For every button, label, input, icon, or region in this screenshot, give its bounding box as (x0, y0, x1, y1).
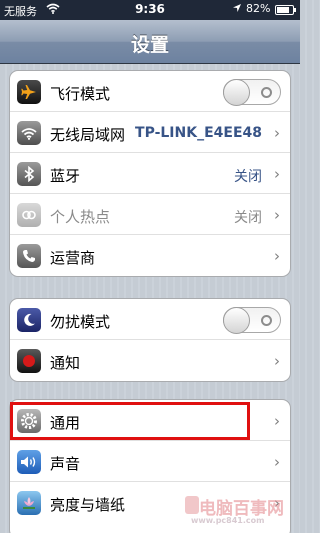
settings-row-personal-hotspot[interactable]: 个人热点 关闭 › (10, 194, 290, 235)
phone-icon (17, 244, 41, 268)
watermark: 电脑百事网 www.pc841.com (185, 492, 295, 530)
row-label: 运营商 (50, 249, 96, 267)
hotspot-status: 关闭 (234, 210, 262, 226)
settings-row-carrier[interactable]: 运营商 › (10, 235, 290, 276)
row-label: 勿扰模式 (50, 313, 111, 331)
row-label: 蓝牙 (50, 167, 81, 185)
chevron-right-icon: › (274, 165, 280, 183)
toggle-knob (223, 79, 250, 106)
toggle-off-indicator (261, 315, 272, 326)
settings-row-do-not-disturb[interactable]: 勿扰模式 (10, 299, 290, 340)
settings-row-airplane-mode[interactable]: 飞行模式 (10, 71, 290, 112)
speaker-icon (17, 450, 41, 474)
wifi-network-name: TP-LINK_E4EE48 (135, 125, 262, 141)
wifi-icon (17, 121, 41, 145)
moon-icon (17, 308, 41, 332)
settings-group-connectivity: 飞行模式 无线局域网 TP-LINK_E4EE48 › 蓝牙 关闭 › 个人热点… (9, 70, 291, 277)
watermark-logo-icon (185, 496, 199, 514)
airplane-mode-toggle[interactable] (223, 79, 281, 106)
row-label: 亮度与墙纸 (50, 496, 126, 514)
page-title: 设置 (130, 34, 169, 56)
battery-icon (275, 5, 296, 15)
settings-group-notifications: 勿扰模式 通知 › (9, 298, 291, 382)
toggle-knob (223, 307, 250, 334)
row-label: 声音 (50, 455, 81, 473)
hotspot-icon (17, 203, 41, 227)
navigation-bar: 设置 (0, 20, 300, 64)
chevron-right-icon: › (274, 453, 280, 471)
wallpaper-icon (17, 491, 41, 515)
settings-row-notifications[interactable]: 通知 › (10, 340, 290, 381)
chevron-right-icon: › (274, 247, 280, 265)
row-label: 个人热点 (50, 208, 111, 226)
battery-percent: 82% (246, 2, 271, 15)
settings-row-bluetooth[interactable]: 蓝牙 关闭 › (10, 153, 290, 194)
notification-icon (17, 349, 41, 373)
status-bar: 无服务 9:36 82% (0, 0, 300, 20)
chevron-right-icon: › (274, 352, 280, 370)
bluetooth-icon (17, 162, 41, 186)
location-arrow-icon (232, 3, 242, 16)
toggle-off-indicator (261, 87, 272, 98)
row-label: 通知 (50, 354, 81, 372)
settings-row-wifi[interactable]: 无线局域网 TP-LINK_E4EE48 › (10, 112, 290, 153)
chevron-right-icon: › (274, 124, 280, 142)
do-not-disturb-toggle[interactable] (223, 307, 281, 334)
bluetooth-status: 关闭 (234, 169, 262, 185)
watermark-url: www.pc841.com (191, 516, 265, 525)
row-label: 飞行模式 (50, 85, 111, 103)
settings-row-sounds[interactable]: 声音 › (10, 441, 290, 482)
chevron-right-icon: › (274, 412, 280, 430)
highlight-box (10, 402, 250, 440)
row-label: 无线局域网 (50, 126, 126, 144)
chevron-right-icon: › (274, 206, 280, 224)
airplane-icon (17, 80, 41, 104)
